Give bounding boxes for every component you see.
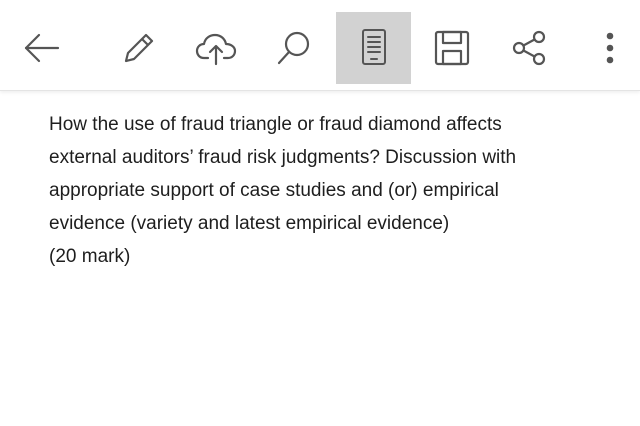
save-button[interactable] [416,12,488,84]
upload-button[interactable] [180,12,252,84]
share-button[interactable] [494,12,566,84]
document-line: How the use of fraud triangle or fraud d… [49,114,502,135]
search-icon [274,28,314,68]
more-vertical-icon [600,28,620,68]
document-line: external auditors’ fraud risk judgments?… [49,147,517,168]
document-line: appropriate support of case studies and … [49,180,499,201]
reading-view-icon [354,26,394,70]
top-toolbar [0,0,640,91]
document-line: evidence (variety and latest empirical e… [49,213,450,234]
reading-mode-button[interactable] [336,12,411,84]
share-icon [510,28,550,68]
floppy-disk-icon [432,28,472,68]
search-button[interactable] [258,12,330,84]
document-line: (20 mark) [49,246,131,267]
arrow-left-icon [22,28,62,68]
document-text: How the use of fraud triangle or fraud d… [49,108,619,273]
more-options-button[interactable] [574,12,640,84]
pencil-icon [118,28,158,68]
edit-button[interactable] [102,12,174,84]
back-button[interactable] [6,12,78,84]
cloud-upload-icon [194,28,238,68]
